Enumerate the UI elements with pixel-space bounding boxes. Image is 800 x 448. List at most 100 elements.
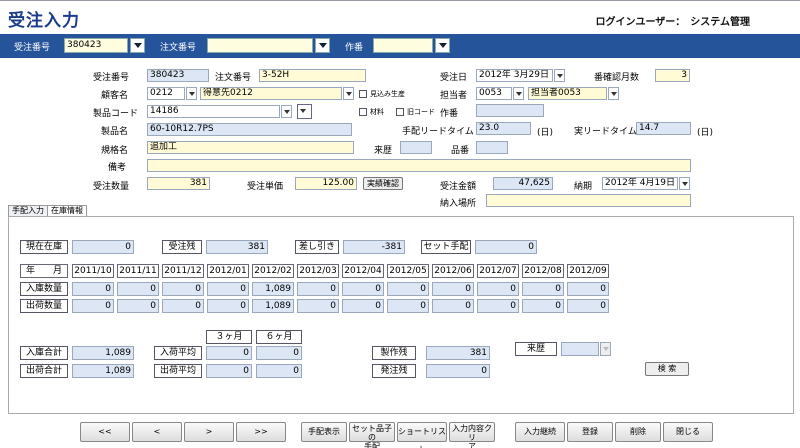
month-header-cell: 2011/12 bbox=[162, 264, 204, 278]
product-code-dropdown-icon[interactable] bbox=[281, 105, 292, 118]
continue-input-button[interactable]: 入力継続 bbox=[515, 422, 565, 442]
diff-label: 差し引き bbox=[295, 240, 339, 254]
search-order-no-input[interactable]: 380423 bbox=[64, 38, 128, 53]
order-date-field[interactable]: 2012年 3月29日 bbox=[476, 69, 553, 82]
search-work-no-label: 作番 bbox=[345, 43, 364, 53]
product-lookup-icon[interactable] bbox=[297, 104, 312, 119]
spec-label: 規格名 bbox=[101, 146, 129, 156]
arrange-view-button[interactable]: 手配表示 bbox=[301, 422, 347, 442]
stock-history-dropdown-icon[interactable] bbox=[600, 342, 611, 356]
product-code-field[interactable]: 14186 bbox=[147, 105, 280, 118]
in-qty-cell: 0 bbox=[567, 282, 609, 296]
search-po-no-label: 注文番号 bbox=[160, 43, 197, 53]
notes-field[interactable] bbox=[147, 159, 691, 172]
product-name-field: 60-10R12.7PS bbox=[147, 123, 352, 136]
delivery-date-field[interactable]: 2012年 4月19日 bbox=[602, 177, 678, 190]
po-no-field[interactable]: 3-52H bbox=[259, 69, 366, 82]
old-code-label: 旧コード bbox=[407, 108, 435, 116]
in-qty-cell: 0 bbox=[522, 282, 564, 296]
out-qty-cell: 0 bbox=[477, 299, 519, 313]
clear-input-button[interactable]: 入力内容クリ ア bbox=[449, 422, 495, 448]
prev-record-button[interactable]: < bbox=[132, 422, 182, 442]
register-button[interactable]: 登録 bbox=[567, 422, 613, 442]
in-qty-cell: 0 bbox=[162, 282, 204, 296]
item-no-field bbox=[476, 141, 508, 154]
old-code-checkbox[interactable] bbox=[396, 108, 404, 116]
in-total-label: 入庫合計 bbox=[20, 346, 68, 360]
month-header-cell: 2011/11 bbox=[117, 264, 159, 278]
delete-button[interactable]: 削除 bbox=[615, 422, 661, 442]
in-qty-cell: 0 bbox=[72, 282, 114, 296]
out-qty-cell: 1,089 bbox=[252, 299, 294, 313]
first-record-button[interactable]: << bbox=[80, 422, 130, 442]
material-label: 材料 bbox=[370, 108, 384, 116]
search-po-no-input[interactable] bbox=[207, 38, 313, 53]
app-header: 受注入力 ログインユーザー： システム管理 bbox=[0, 0, 800, 34]
current-stock-label: 現在在庫 bbox=[20, 240, 68, 254]
staff-name-field[interactable]: 担当者0053 bbox=[528, 87, 607, 100]
staff-code-field[interactable]: 0053 bbox=[476, 87, 512, 100]
staff-code-dropdown-icon[interactable] bbox=[513, 87, 524, 100]
customer-code-field[interactable]: 0212 bbox=[147, 87, 185, 100]
order-remaining-label: 受注残 bbox=[162, 240, 202, 254]
delivery-place-label: 納入場所 bbox=[440, 199, 477, 209]
out-qty-cell: 0 bbox=[567, 299, 609, 313]
customer-label: 顧客名 bbox=[101, 91, 129, 101]
out-total-label: 出荷合計 bbox=[20, 364, 68, 378]
confirm-months-field[interactable]: 3 bbox=[655, 69, 690, 82]
work-no-label: 作番 bbox=[440, 109, 459, 119]
in-avg-6-value: 0 bbox=[256, 346, 302, 360]
delivery-date-dropdown-icon[interactable] bbox=[679, 177, 690, 190]
month-header-cell: 2012/07 bbox=[477, 264, 519, 278]
lead-time-unit: (日) bbox=[537, 128, 554, 138]
material-checkbox[interactable] bbox=[359, 108, 367, 116]
search-bar: 受注番号 380423 注文番号 作番 bbox=[0, 34, 800, 58]
staff-label: 担当者 bbox=[440, 91, 468, 101]
customer-code-dropdown-icon[interactable] bbox=[186, 87, 197, 100]
confirm-results-button[interactable]: 実績確認 bbox=[363, 177, 403, 190]
stock-history-label: 来歴 bbox=[515, 342, 557, 356]
search-po-no-dropdown-icon[interactable] bbox=[315, 38, 330, 53]
in-qty-cell: 0 bbox=[387, 282, 429, 296]
amount-label: 受注金額 bbox=[440, 182, 477, 192]
order-remain-label: 発注残 bbox=[372, 364, 416, 378]
qty-field[interactable]: 381 bbox=[147, 177, 210, 190]
search-work-no-dropdown-icon[interactable] bbox=[435, 38, 450, 53]
po-no-label: 注文番号 bbox=[215, 73, 252, 83]
in-avg-3-value: 0 bbox=[206, 346, 252, 360]
customer-name-dropdown-icon[interactable] bbox=[343, 87, 354, 100]
last-record-button[interactable]: >> bbox=[236, 422, 286, 442]
set-child-arrange-line2: 手配 bbox=[364, 442, 380, 448]
month-header-cell: 2012/05 bbox=[387, 264, 429, 278]
out-qty-cell: 0 bbox=[117, 299, 159, 313]
production-remaining-label: 製作残 bbox=[372, 346, 416, 360]
shortlist-button[interactable]: ショートリスト bbox=[397, 422, 447, 448]
staff-name-dropdown-icon[interactable] bbox=[608, 87, 619, 100]
out-avg-6-value: 0 bbox=[256, 364, 302, 378]
search-order-no-dropdown-icon[interactable] bbox=[130, 38, 145, 53]
next-record-button[interactable]: > bbox=[184, 422, 234, 442]
delivery-label: 納期 bbox=[574, 182, 593, 192]
six-month-header: ６ヶ月 bbox=[256, 330, 302, 344]
delivery-place-field[interactable] bbox=[486, 194, 691, 207]
spec-field[interactable]: 追加工 bbox=[147, 141, 354, 154]
clear-input-line1: 入力内容クリ bbox=[452, 424, 492, 442]
product-code-label: 製品コード bbox=[93, 109, 139, 119]
order-date-dropdown-icon[interactable] bbox=[554, 69, 565, 82]
close-button[interactable]: 閉じる bbox=[663, 422, 713, 442]
month-header-cell: 2012/04 bbox=[342, 264, 384, 278]
customer-name-field[interactable]: 得意先0212 bbox=[200, 87, 342, 100]
stock-history-field bbox=[561, 342, 599, 356]
search-work-no-input[interactable] bbox=[373, 38, 433, 53]
price-field[interactable]: 125.00 bbox=[295, 177, 357, 190]
set-child-arrange-button[interactable]: セット品子の 手配 bbox=[349, 422, 395, 448]
stock-search-button[interactable]: 検 索 bbox=[645, 362, 689, 376]
qty-label: 受注数量 bbox=[93, 182, 130, 192]
forecast-checkbox[interactable] bbox=[359, 90, 367, 98]
history-label: 来歴 bbox=[374, 146, 393, 156]
search-order-no-label: 受注番号 bbox=[14, 43, 51, 53]
work-no-field bbox=[476, 104, 544, 117]
three-month-header: ３ヶ月 bbox=[206, 330, 252, 344]
actual-lead-field: 14.7 bbox=[636, 122, 691, 135]
production-remaining-value: 381 bbox=[426, 346, 490, 360]
